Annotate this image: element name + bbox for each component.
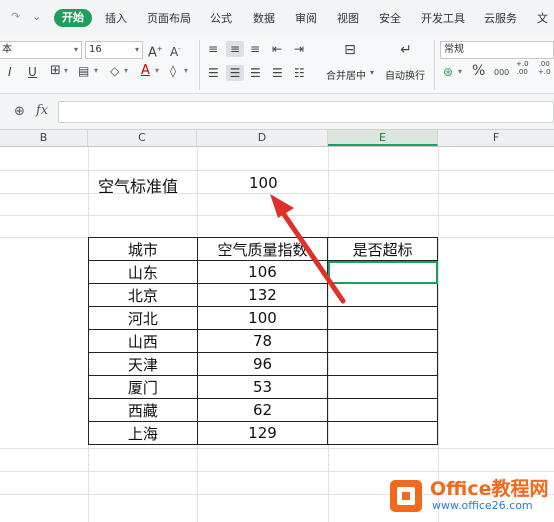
merge-center-button[interactable]: 合并居中 xyxy=(326,67,366,82)
align-right-icon[interactable]: ☰ xyxy=(250,65,261,81)
sheet-grid[interactable]: 空气标准值 100 城市 空气质量指数 是否超标 山东 106 北京 132 河… xyxy=(0,147,554,522)
office-logo-icon xyxy=(390,480,422,512)
align-top-icon[interactable]: ≡ xyxy=(208,41,218,57)
chevron-down-icon[interactable]: ▾ xyxy=(64,63,68,79)
align-middle-icon[interactable]: ≡ xyxy=(226,41,244,57)
indent-decrease-icon[interactable]: ⇤ xyxy=(272,41,282,57)
ribbon-divider xyxy=(199,40,200,90)
font-size-select[interactable]: 16 ▾ xyxy=(85,41,143,59)
fx-button[interactable]: fx xyxy=(36,103,48,118)
chevron-down-icon[interactable]: ▾ xyxy=(370,68,374,77)
tab-view[interactable]: 视图 xyxy=(337,10,359,26)
currency-icon[interactable]: ⊛ xyxy=(443,64,453,80)
wrap-text-icon[interactable]: ↵ xyxy=(396,42,416,58)
ribbon-divider xyxy=(434,40,435,90)
number-format-value: 常规 xyxy=(444,44,464,55)
chevron-down-icon: ▾ xyxy=(134,45,139,54)
font-size-value: 16 xyxy=(89,44,102,55)
paint-bucket-icon[interactable]: ◇ xyxy=(110,63,119,79)
increase-decimal-button[interactable]: +.0 .00 xyxy=(516,60,529,76)
wrap-text-button[interactable]: 自动换行 xyxy=(385,67,425,82)
column-header-c[interactable]: C xyxy=(88,130,197,146)
watermark: Office教程网 www.office26.com xyxy=(386,472,554,516)
italic-icon[interactable]: I xyxy=(8,64,12,80)
chevron-down-icon[interactable]: ▾ xyxy=(124,63,128,79)
tab-review[interactable]: 审阅 xyxy=(295,10,317,26)
zoom-icon[interactable]: ⊕ xyxy=(14,104,25,119)
underline-icon[interactable]: U xyxy=(28,64,37,80)
align-left-icon[interactable]: ☰ xyxy=(208,65,219,81)
tab-cloud[interactable]: 云服务 xyxy=(484,10,517,26)
tab-start[interactable]: 开始 xyxy=(54,9,92,27)
chevron-down-icon[interactable]: ▾ xyxy=(155,63,159,79)
chevron-down-icon[interactable]: ▾ xyxy=(458,64,462,80)
annotation-arrow-icon xyxy=(270,194,346,304)
align-center-icon[interactable]: ☰ xyxy=(226,65,244,81)
align-bottom-icon[interactable]: ≡ xyxy=(250,41,260,57)
ribbon: 本 ▾ 16 ▾ A+ A- I U ⊞ ▾ ▤ ▾ ◇ ▾ A ▾ ◊ ▾ ≡… xyxy=(0,36,554,94)
distributed-icon[interactable]: ☷ xyxy=(294,65,305,81)
column-header-e[interactable]: E xyxy=(328,130,438,146)
justify-icon[interactable]: ☰ xyxy=(272,65,283,81)
fill-color-icon[interactable]: ▤ xyxy=(78,63,89,79)
decrease-decimal-button[interactable]: .00 +.0 xyxy=(538,60,551,76)
tab-formulas[interactable]: 公式 xyxy=(210,10,232,26)
tab-insert[interactable]: 插入 xyxy=(105,10,127,26)
font-name-select[interactable]: 本 ▾ xyxy=(0,41,82,59)
tab-page-layout[interactable]: 页面布局 xyxy=(147,10,191,26)
border-icon[interactable]: ⊞ xyxy=(50,63,61,79)
formula-input[interactable] xyxy=(58,101,554,123)
font-name-value: 本 xyxy=(2,44,12,55)
font-color-icon[interactable]: A xyxy=(141,63,150,79)
menu-bar: ↷ ⌄ 开始 插入 页面布局 公式 数据 审阅 视图 安全 开发工具 云服务 文 xyxy=(0,0,554,36)
number-format-select[interactable]: 常规 xyxy=(440,41,554,59)
tab-data[interactable]: 数据 xyxy=(253,10,275,26)
grow-font-icon[interactable]: A+ xyxy=(148,41,163,61)
chevron-down-icon[interactable]: ▾ xyxy=(184,63,188,79)
dropdown-icon[interactable]: ⌄ xyxy=(32,10,41,23)
chevron-down-icon[interactable]: ▾ xyxy=(94,63,98,79)
chevron-down-icon: ▾ xyxy=(73,45,78,54)
column-header-row: B C D E F xyxy=(0,130,554,147)
eraser-icon[interactable]: ◊ xyxy=(170,63,176,79)
watermark-brand: Office教程网 xyxy=(430,478,549,500)
redo-icon[interactable]: ↷ xyxy=(11,10,20,23)
merge-center-icon[interactable]: ⊟ xyxy=(340,42,360,58)
indent-increase-icon[interactable]: ⇥ xyxy=(294,41,304,57)
formula-bar: ⊕ fx xyxy=(0,94,554,130)
shrink-font-icon[interactable]: A- xyxy=(170,41,181,60)
percent-button[interactable]: % xyxy=(472,63,485,79)
watermark-url: www.office26.com xyxy=(432,499,533,512)
tab-more[interactable]: 文 xyxy=(537,10,548,26)
thousands-separator-button[interactable]: 000 xyxy=(494,65,509,81)
column-header-d[interactable]: D xyxy=(197,130,328,146)
tab-developer[interactable]: 开发工具 xyxy=(421,10,465,26)
column-header-b[interactable]: B xyxy=(0,130,88,146)
column-header-f[interactable]: F xyxy=(438,130,554,146)
tab-security[interactable]: 安全 xyxy=(379,10,401,26)
